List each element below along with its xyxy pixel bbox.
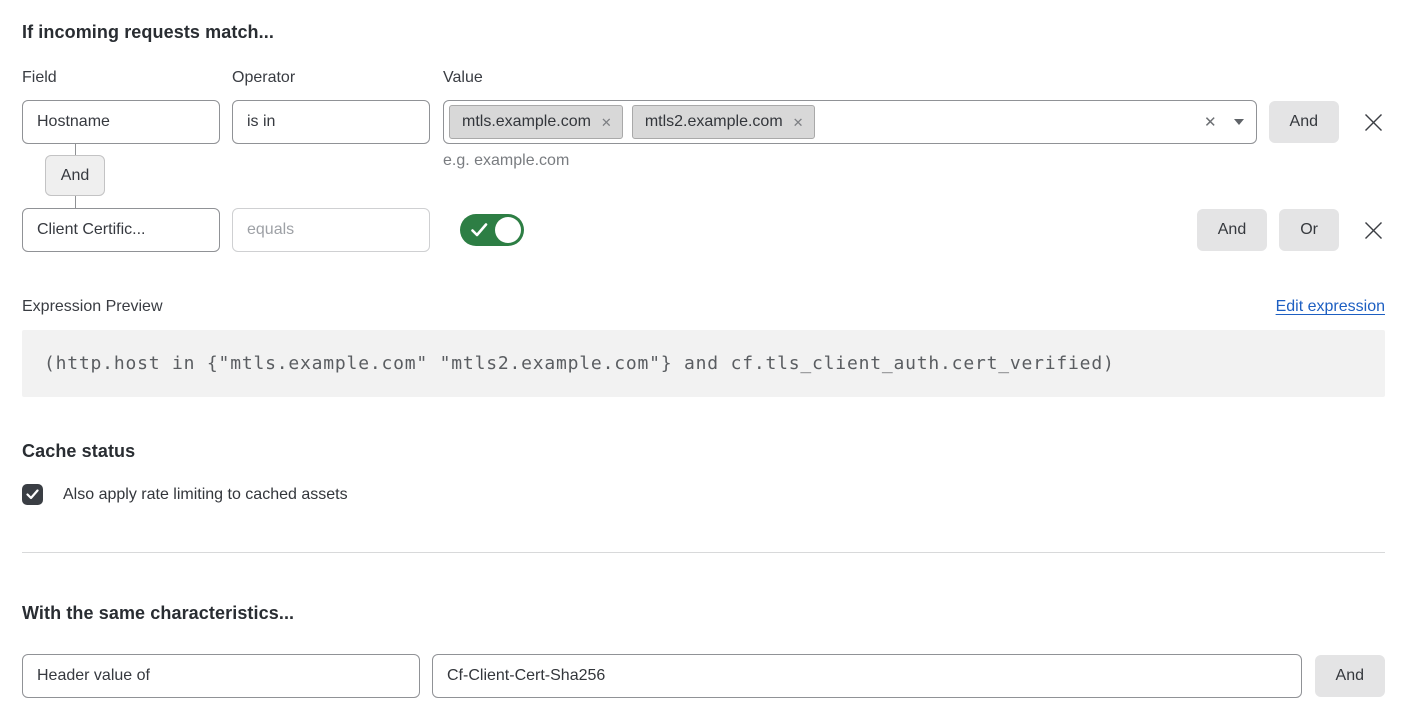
- operator-column-label: Operator: [232, 69, 443, 87]
- section-divider: [22, 552, 1385, 553]
- close-icon: [1363, 220, 1384, 241]
- or-button-row2[interactable]: Or: [1279, 209, 1339, 251]
- edit-expression-link[interactable]: Edit expression: [1276, 298, 1385, 316]
- operator-select-2: equals: [232, 208, 430, 252]
- operator-select-1-value: is in: [247, 113, 275, 131]
- close-icon: [1363, 112, 1384, 133]
- value-tag-text: mtls2.example.com: [645, 113, 783, 131]
- field-select-1[interactable]: Hostname: [22, 100, 220, 144]
- match-section-title: If incoming requests match...: [22, 22, 1385, 43]
- header-name-input[interactable]: [432, 654, 1302, 698]
- clear-values-icon[interactable]: ✕: [1204, 113, 1217, 131]
- value-tags: mtls.example.com ✕ mtls2.example.com ✕: [449, 105, 1204, 139]
- check-icon: [471, 223, 488, 237]
- value-tag-text: mtls.example.com: [462, 113, 591, 131]
- rule-builder: If incoming requests match... Field Oper…: [0, 0, 1420, 698]
- remove-row-1-button[interactable]: [1361, 110, 1385, 134]
- and-connector-button[interactable]: And: [45, 155, 105, 196]
- operator-select-1[interactable]: is in: [232, 100, 430, 144]
- and-button-row1[interactable]: And: [1269, 101, 1339, 143]
- rule-row-1: Hostname is in mtls.example.com ✕ mtls2.…: [22, 100, 1385, 144]
- value-multiselect[interactable]: mtls.example.com ✕ mtls2.example.com ✕ ✕: [443, 100, 1257, 144]
- expression-preview-label: Expression Preview: [22, 298, 163, 316]
- cache-checkbox-row: Also apply rate limiting to cached asset…: [22, 484, 1385, 505]
- cache-status-title: Cache status: [22, 441, 1385, 462]
- operator-select-2-value: equals: [247, 221, 294, 239]
- and-button-characteristics[interactable]: And: [1315, 655, 1385, 697]
- expression-preview-header: Expression Preview Edit expression: [22, 298, 1385, 316]
- and-button-row2[interactable]: And: [1197, 209, 1267, 251]
- expression-code-block: (http.host in {"mtls.example.com" "mtls2…: [22, 330, 1385, 397]
- field-select-2[interactable]: Client Certific...: [22, 208, 220, 252]
- tag-remove-icon[interactable]: ✕: [793, 116, 804, 129]
- value-tag: mtls2.example.com ✕: [632, 105, 815, 139]
- chevron-down-icon[interactable]: [1234, 119, 1244, 125]
- check-icon: [26, 489, 39, 500]
- field-select-1-value: Hostname: [37, 113, 110, 131]
- cert-verified-toggle[interactable]: [460, 214, 524, 246]
- cached-assets-checkbox[interactable]: [22, 484, 43, 505]
- toggle-knob: [495, 217, 521, 243]
- characteristic-select-value: Header value of: [37, 667, 150, 685]
- characteristics-row: Header value of And: [22, 654, 1385, 698]
- field-select-2-value: Client Certific...: [37, 221, 145, 239]
- tag-remove-icon[interactable]: ✕: [601, 116, 612, 129]
- value-helper-text: e.g. example.com: [443, 152, 569, 170]
- cached-assets-checkbox-label: Also apply rate limiting to cached asset…: [63, 486, 348, 504]
- column-labels: Field Operator Value: [22, 69, 1385, 87]
- value-tag: mtls.example.com ✕: [449, 105, 623, 139]
- expression-code: (http.host in {"mtls.example.com" "mtls2…: [44, 353, 1115, 374]
- value-column-label: Value: [443, 69, 1385, 87]
- rule-row-2: Client Certific... equals And Or: [22, 208, 1385, 252]
- connector-region: And e.g. example.com: [22, 144, 1385, 208]
- characteristics-title: With the same characteristics...: [22, 603, 1385, 624]
- field-column-label: Field: [22, 69, 232, 87]
- characteristic-select[interactable]: Header value of: [22, 654, 420, 698]
- remove-row-2-button[interactable]: [1361, 218, 1385, 242]
